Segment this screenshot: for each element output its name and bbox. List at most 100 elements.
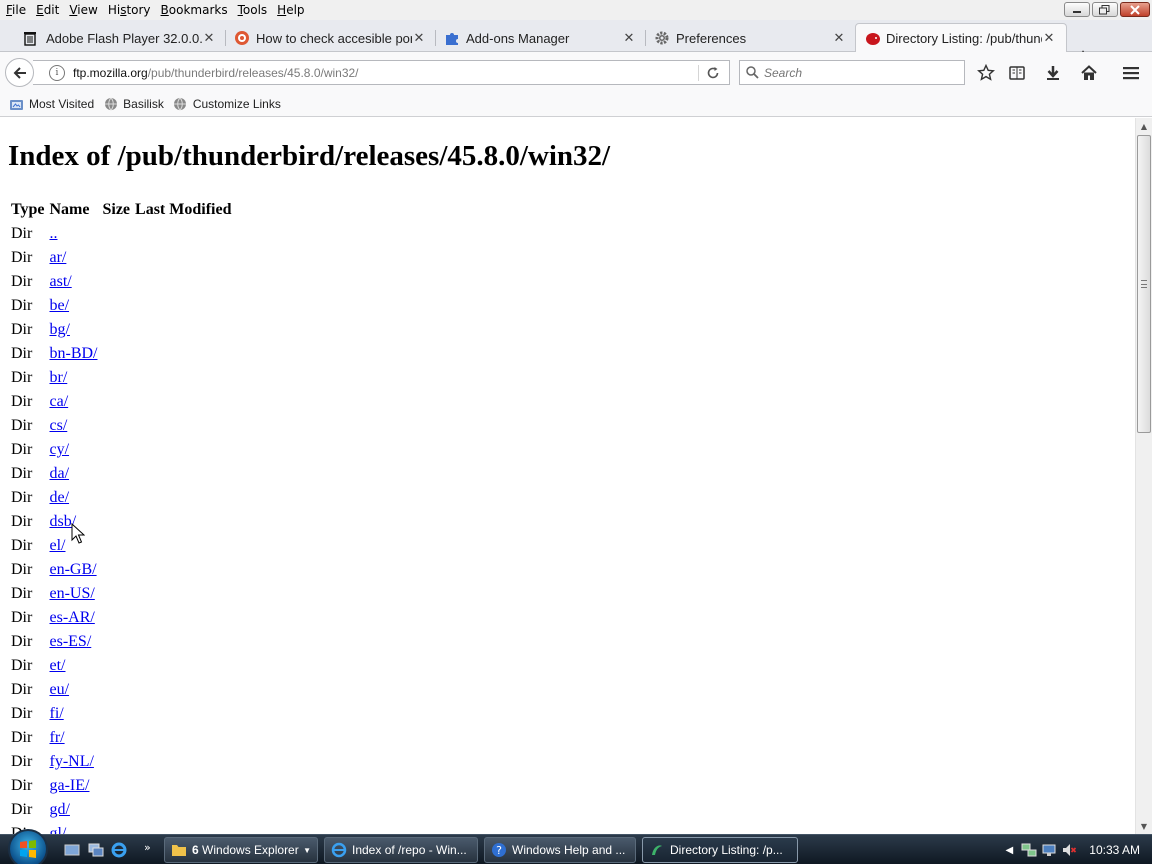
row-name-cell: es-ES/ (49, 630, 100, 654)
tab-accessible-port[interactable]: How to check accesible port ✕ (226, 24, 436, 52)
site-info-icon[interactable]: i (49, 64, 65, 81)
table-row: Dir gd/ (11, 798, 234, 822)
reload-icon[interactable] (705, 65, 721, 81)
directory-link[interactable]: fy-NL/ (49, 753, 93, 770)
close-tab-icon[interactable]: ✕ (622, 31, 636, 46)
folder-icon (171, 842, 187, 858)
network-icon[interactable] (1021, 842, 1037, 858)
bookmark-basilisk[interactable]: Basilisk (103, 97, 164, 112)
menu-bookmarks[interactable]: Bookmarks (156, 0, 233, 20)
vertical-scrollbar[interactable]: ▲ ▼ (1135, 118, 1152, 834)
quick-launch-overflow-icon[interactable]: » (144, 841, 151, 854)
taskbar-windows-explorer[interactable]: 6 Windows Explorer ▼ (164, 837, 318, 863)
minimize-button[interactable] (1064, 2, 1090, 17)
directory-link[interactable]: en-GB/ (49, 561, 96, 578)
menu-history[interactable]: History (103, 0, 156, 20)
bookmark-star-icon[interactable] (976, 63, 996, 83)
directory-link[interactable]: es-AR/ (49, 609, 94, 626)
menu-file[interactable]: File (0, 0, 31, 20)
show-desktop-icon[interactable] (64, 842, 80, 858)
clock[interactable]: 10:33 AM (1089, 843, 1140, 857)
restore-button[interactable] (1092, 2, 1118, 17)
hamburger-menu-icon[interactable] (1121, 63, 1141, 83)
directory-link[interactable]: be/ (49, 297, 69, 314)
switch-windows-icon[interactable] (88, 842, 104, 858)
scroll-down-arrow-icon[interactable]: ▼ (1136, 818, 1152, 834)
globe-icon (173, 97, 188, 112)
directory-link[interactable]: fr/ (49, 729, 64, 746)
tab-directory-listing[interactable]: Directory Listing: /pub/thunderbird ✕ (855, 23, 1067, 53)
bookmark-most-visited[interactable]: Most Visited (9, 97, 94, 112)
row-name-cell: be/ (49, 294, 100, 318)
menu-edit-mnemonic: E (36, 3, 44, 17)
directory-link[interactable]: da/ (49, 465, 69, 482)
directory-link[interactable]: gd/ (49, 801, 69, 818)
table-row: Dir es-AR/ (11, 606, 234, 630)
url-text[interactable]: ftp.mozilla.org/pub/thunderbird/releases… (73, 66, 729, 80)
scroll-up-arrow-icon[interactable]: ▲ (1136, 118, 1152, 134)
directory-link[interactable]: ast/ (49, 273, 71, 290)
row-last-modified (135, 558, 234, 582)
search-input[interactable] (764, 65, 954, 80)
downloads-icon[interactable] (1043, 63, 1063, 83)
close-tab-icon[interactable]: ✕ (1042, 31, 1056, 46)
table-row: Dir da/ (11, 462, 234, 486)
bookmark-customize-links[interactable]: Customize Links (173, 97, 281, 112)
directory-link[interactable]: bn-BD/ (49, 345, 97, 362)
directory-link[interactable]: el/ (49, 537, 65, 554)
close-tab-icon[interactable]: ✕ (412, 31, 426, 46)
search-bar[interactable] (739, 60, 965, 85)
row-type: Dir (11, 681, 33, 698)
tab-addons-manager[interactable]: Add-ons Manager ✕ (436, 24, 646, 52)
row-size (102, 678, 133, 702)
tab-flash-player[interactable]: Adobe Flash Player 32.0.0.371 ✕ (0, 24, 226, 52)
volume-muted-icon[interactable] (1061, 842, 1077, 858)
back-button[interactable] (5, 58, 34, 87)
row-size (102, 438, 133, 462)
row-size (102, 750, 133, 774)
directory-link[interactable]: gl/ (49, 825, 66, 834)
display-icon[interactable] (1041, 842, 1057, 858)
taskbar-ie-window[interactable]: Index of /repo - Win... (324, 837, 478, 863)
close-window-button[interactable] (1120, 2, 1150, 17)
row-last-modified (135, 582, 234, 606)
directory-link[interactable]: cy/ (49, 441, 69, 458)
url-bar[interactable]: i ftp.mozilla.org/pub/thunderbird/releas… (33, 60, 730, 85)
tab-title: Adobe Flash Player 32.0.0.371 (46, 30, 202, 46)
menu-edit[interactable]: Edit (31, 0, 64, 20)
directory-link[interactable]: bg/ (49, 321, 69, 338)
taskbar-windows-help[interactable]: ? Windows Help and ... (484, 837, 636, 863)
row-name-cell: et/ (49, 654, 100, 678)
directory-link[interactable]: de/ (49, 489, 69, 506)
directory-link[interactable]: et/ (49, 657, 65, 674)
row-size (102, 822, 133, 834)
directory-link[interactable]: es-ES/ (49, 633, 91, 650)
internet-explorer-icon[interactable] (111, 842, 127, 858)
reading-list-icon[interactable] (1007, 63, 1027, 83)
directory-link[interactable]: ar/ (49, 249, 66, 266)
close-tab-icon[interactable]: ✕ (202, 31, 216, 46)
directory-link[interactable]: ga-IE/ (49, 777, 89, 794)
directory-link[interactable]: br/ (49, 369, 67, 386)
directory-link[interactable]: ca/ (49, 393, 68, 410)
scrollbar-thumb[interactable] (1137, 135, 1151, 433)
directory-link[interactable]: en-US/ (49, 585, 94, 602)
taskbar-directory-listing[interactable]: Directory Listing: /p... (642, 837, 798, 863)
directory-link[interactable]: .. (49, 225, 57, 242)
menu-help-mnemonic: H (277, 3, 287, 17)
home-icon[interactable] (1079, 63, 1099, 83)
menu-help[interactable]: Help (272, 0, 309, 20)
close-tab-icon[interactable]: ✕ (832, 31, 846, 46)
row-type: Dir (11, 249, 33, 266)
directory-link[interactable]: cs/ (49, 417, 67, 434)
row-size (102, 342, 133, 366)
tab-preferences[interactable]: Preferences ✕ (646, 24, 856, 52)
table-row: Dir ca/ (11, 390, 234, 414)
menu-tools[interactable]: Tools (233, 0, 273, 20)
directory-link[interactable]: eu/ (49, 681, 69, 698)
row-name-cell: gl/ (49, 822, 100, 834)
start-button[interactable] (8, 829, 48, 864)
tray-chevron-left-icon[interactable]: ◀ (1001, 842, 1017, 858)
directory-link[interactable]: fi/ (49, 705, 63, 722)
menu-view[interactable]: View (64, 0, 102, 20)
